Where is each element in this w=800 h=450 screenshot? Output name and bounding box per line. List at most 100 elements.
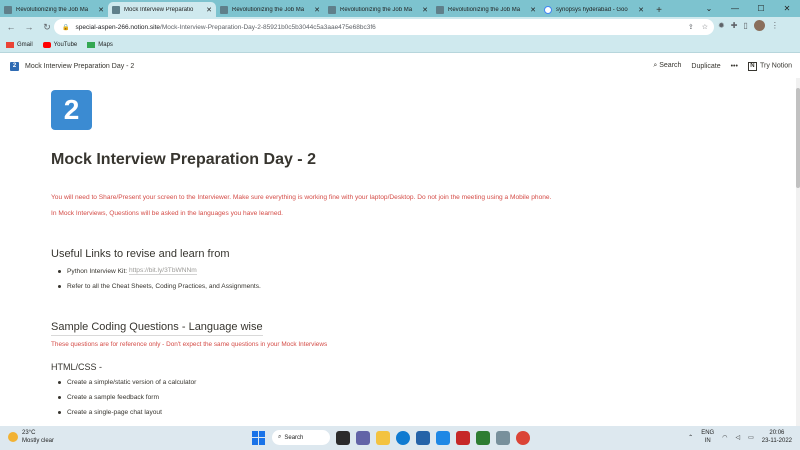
search-label: Search: [659, 62, 682, 69]
share-icon[interactable]: ⇪: [688, 23, 694, 31]
browser-tab-active[interactable]: Mock Interview Preparatio ✕: [108, 2, 216, 17]
chevron-up-icon[interactable]: ⌃: [688, 434, 693, 441]
microsoft-store-icon[interactable]: [416, 430, 430, 445]
search-icon: ⌕: [278, 434, 282, 440]
menu-kebab-icon[interactable]: ⋮: [771, 21, 779, 30]
tab-title: synopsys hyderabad - Goo: [556, 6, 628, 13]
html-css-heading: HTML/CSS -: [51, 362, 103, 372]
browser-tab[interactable]: Revolutionizing the Job Ma ✕: [324, 2, 432, 17]
google-favicon-icon: [544, 5, 552, 14]
tab-search-icon[interactable]: ⌄: [696, 0, 722, 17]
bookmark-maps[interactable]: Maps: [87, 41, 113, 48]
tab-title: Mock Interview Preparatio: [124, 6, 194, 13]
clock-date: 23-11-2022: [761, 438, 792, 444]
try-notion-button[interactable]: N Try Notion: [747, 61, 792, 71]
xbox-icon[interactable]: [476, 430, 490, 445]
tab-title: Revolutionizing the Job Ma: [448, 6, 521, 13]
close-tab-icon[interactable]: ✕: [206, 6, 212, 14]
windows-start-icon[interactable]: [252, 430, 266, 445]
warning-text: In Mock Interviews, Questions will be as…: [51, 210, 284, 217]
breadcrumb[interactable]: Mock Interview Preparation Day - 2: [25, 63, 134, 70]
tab-title: Revolutionizing the Job Ma: [340, 6, 413, 13]
bookmark-youtube[interactable]: YouTube: [42, 41, 78, 48]
side-panel-icon[interactable]: ▯: [743, 21, 747, 30]
address-bar[interactable]: 🔒 special-aspen-266.notion.site/Mock-Int…: [54, 19, 714, 35]
youtube-icon: [42, 41, 51, 48]
taskbar-apps: ⌕ Search: [252, 430, 530, 445]
maps-icon: [87, 41, 96, 48]
clock[interactable]: 20:06 23-11-2022: [762, 429, 792, 445]
file-explorer-icon[interactable]: [376, 430, 390, 445]
task-view-icon[interactable]: [336, 430, 350, 445]
puzzle-extensions-icon[interactable]: ✚: [731, 21, 738, 30]
edge-browser-icon[interactable]: [396, 430, 410, 445]
profile-avatar[interactable]: [753, 20, 765, 31]
list-item-label: Python Interview Kit:: [67, 267, 128, 275]
back-icon[interactable]: ←: [4, 20, 18, 34]
system-tray: ⌃ ENG IN ◠ ◁ ▭ 20:06 23-11-2022: [688, 429, 792, 445]
l-app-icon[interactable]: [436, 430, 450, 445]
close-tab-icon[interactable]: ✕: [422, 6, 428, 14]
page-title: Mock Interview Preparation Day - 2: [51, 151, 316, 168]
page-icon: 2: [51, 90, 92, 130]
site-favicon-icon: [112, 5, 120, 14]
page-content: 2 Mock Interview Preparation Day - 2 You…: [0, 78, 796, 426]
weather-widget[interactable]: 23°C Mostly clear: [8, 429, 54, 445]
useful-links-heading: Useful Links to revise and learn from: [51, 248, 230, 260]
weather-temp: 23°C: [22, 430, 36, 436]
search-button[interactable]: ⌕ Search: [653, 62, 681, 70]
teams-chat-icon[interactable]: [356, 430, 370, 445]
bullet-icon: [58, 285, 61, 288]
browser-tab[interactable]: Revolutionizing the Job Ma ✕: [432, 2, 540, 17]
close-tab-icon[interactable]: ✕: [314, 6, 320, 14]
page-breadcrumb-icon: 2: [10, 61, 19, 71]
bullet-icon: [58, 396, 61, 399]
address-path: /Mock-Interview-Preparation-Day-2-85921b…: [160, 23, 376, 31]
lock-icon[interactable]: 🔒: [62, 24, 69, 31]
address-host: special-aspen-266.notion.site: [75, 23, 161, 31]
minimize-icon[interactable]: —: [722, 0, 748, 17]
python-kit-link[interactable]: https://bit.ly/3TbWNNm: [128, 267, 197, 275]
page-scrollbar[interactable]: [796, 78, 800, 426]
bookmark-label: YouTube: [53, 41, 78, 48]
photos-icon[interactable]: [496, 430, 510, 445]
reload-icon[interactable]: ↻: [40, 20, 54, 34]
warning-text: You will need to Share/Present your scre…: [51, 194, 552, 201]
bookmarks-bar: Gmail YouTube Maps: [0, 37, 800, 53]
close-window-icon[interactable]: ✕: [774, 0, 800, 17]
wifi-icon[interactable]: ◠: [722, 434, 727, 441]
language-indicator[interactable]: ENG IN: [701, 429, 714, 445]
scrollbar-thumb[interactable]: [796, 88, 800, 188]
mcafee-icon[interactable]: [456, 430, 470, 445]
weather-condition: Mostly clear: [22, 438, 55, 444]
bookmark-gmail[interactable]: Gmail: [6, 41, 33, 48]
close-tab-icon[interactable]: ✕: [98, 6, 104, 14]
forward-icon[interactable]: →: [22, 20, 36, 34]
close-tab-icon[interactable]: ✕: [530, 6, 536, 14]
site-favicon-icon: [220, 5, 228, 14]
site-favicon-icon: [436, 5, 444, 14]
taskbar-search[interactable]: ⌕ Search: [272, 430, 330, 445]
site-favicon-icon: [328, 5, 336, 14]
browser-tab[interactable]: Revolutionizing the Job Ma ✕: [216, 2, 324, 17]
lang-top: ENG: [701, 430, 715, 436]
maximize-icon[interactable]: ☐: [748, 0, 774, 17]
extension-icon[interactable]: ✹: [718, 21, 725, 30]
close-tab-icon[interactable]: ✕: [638, 6, 644, 14]
tab-title: Revolutionizing the Job Ma: [16, 6, 89, 13]
more-options-button[interactable]: •••: [731, 63, 738, 70]
gmail-icon: [6, 41, 14, 48]
browser-tab[interactable]: synopsys hyderabad - Goo ✕: [540, 2, 648, 17]
duplicate-button[interactable]: Duplicate: [691, 63, 720, 70]
lang-bottom: IN: [704, 438, 711, 444]
battery-icon[interactable]: ▭: [748, 434, 754, 441]
search-icon: ⌕: [653, 62, 658, 69]
windows-taskbar: 23°C Mostly clear ⌕ Search ⌃ ENG IN ◠ ◁ ▭ …: [0, 426, 800, 450]
volume-icon[interactable]: ◁: [735, 434, 740, 441]
new-tab-button[interactable]: +: [652, 3, 666, 17]
chrome-icon[interactable]: [516, 430, 530, 445]
window-controls: ⌄ — ☐ ✕: [696, 0, 800, 17]
weather-sun-icon: [8, 432, 18, 442]
browser-tab[interactable]: Revolutionizing the Job Ma ✕: [0, 2, 108, 17]
bookmark-star-icon[interactable]: ☆: [702, 23, 708, 31]
